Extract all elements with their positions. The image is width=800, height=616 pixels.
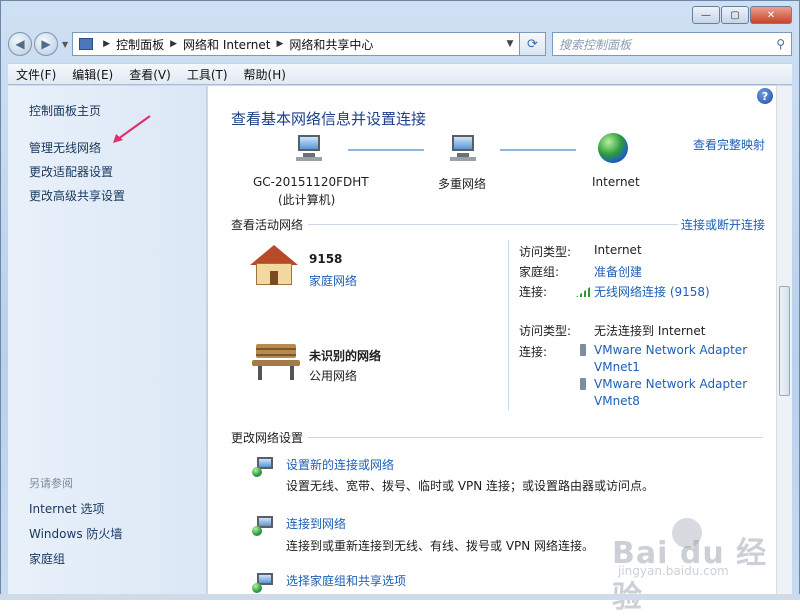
search-placeholder: 搜索控制面板 — [559, 37, 632, 52]
control-panel-icon — [77, 37, 94, 51]
breadcrumb-control-panel[interactable]: 控制面板 — [116, 36, 164, 53]
view-full-map-link[interactable]: 查看完整映射 — [693, 136, 765, 153]
setup-new-connection-desc: 设置无线、宽带、拨号、临时或 VPN 连接；或设置路由器或访问点。 — [286, 479, 655, 493]
vmnet8-link-line1[interactable]: VMware Network Adapter — [594, 377, 747, 391]
sidebar-link-manage-wireless[interactable]: 管理无线网络 — [29, 139, 101, 156]
map-connector-line — [500, 149, 576, 151]
connect-disconnect-link[interactable]: 连接或断开连接 — [681, 216, 765, 233]
homegroup-sharing-link[interactable]: 选择家庭组和共享选项 — [286, 572, 406, 589]
internet-label: Internet — [592, 175, 640, 189]
globe-icon — [598, 133, 628, 163]
breadcrumb-separator-icon[interactable]: ▶ — [170, 39, 177, 49]
scrollbar-thumb[interactable] — [779, 286, 790, 396]
vmnet1-link-line1[interactable]: VMware Network Adapter — [594, 343, 747, 357]
access-type-value: 无法连接到 Internet — [594, 324, 706, 338]
home-network-icon — [250, 245, 298, 287]
search-input[interactable]: 搜索控制面板 ⚲ — [552, 32, 792, 56]
window-bottom-border — [0, 594, 800, 600]
computer-icon — [292, 133, 326, 163]
sidebar-link-internet-options[interactable]: Internet 选项 — [29, 500, 104, 517]
sidebar-link-change-adapter[interactable]: 更改适配器设置 — [29, 163, 113, 180]
menu-edit[interactable]: 编辑(E) — [72, 66, 113, 83]
connection-label: 连接: — [519, 345, 548, 359]
homegroup-icon — [252, 571, 278, 595]
connect-to-network-link[interactable]: 连接到网络 — [286, 515, 346, 532]
section-divider — [308, 437, 763, 438]
vmnet8-link-line2[interactable]: VMnet8 — [594, 394, 640, 408]
sidebar-link-firewall[interactable]: Windows 防火墙 — [29, 525, 122, 542]
sidebar-link-advanced-sharing[interactable]: 更改高级共享设置 — [29, 187, 125, 204]
public-network-type: 公用网络 — [309, 369, 358, 383]
active-networks-header: 查看活动网络 — [231, 218, 304, 232]
map-connector-line — [348, 149, 424, 151]
multiple-networks-label: 多重网络 — [438, 177, 487, 191]
new-connection-icon — [252, 455, 278, 479]
plug-icon — [580, 377, 592, 391]
see-also-header: 另请参阅 — [29, 477, 73, 490]
history-dropdown-icon[interactable]: ▼ — [62, 40, 68, 49]
watermark-url: jingyan.baidu.com — [618, 564, 729, 578]
sidebar-link-homegroup[interactable]: 家庭组 — [29, 550, 65, 567]
access-type-label: 访问类型: — [519, 245, 572, 259]
wireless-connection-text[interactable]: 无线网络连接 (9158) — [594, 285, 710, 299]
access-type-label: 访问类型: — [519, 324, 572, 338]
menu-bar: 文件(F) 编辑(E) 查看(V) 工具(T) 帮助(H) — [8, 63, 792, 85]
network-type-link[interactable]: 家庭网络 — [309, 272, 357, 289]
computer-subtitle: (此计算机) — [278, 193, 336, 207]
multiple-networks-icon — [446, 133, 480, 163]
breadcrumb-separator-icon[interactable]: ▶ — [103, 39, 110, 49]
baidu-watermark: Bai du 经验 jingyan.baidu.com — [612, 518, 792, 615]
vmnet1-link-line2[interactable]: VMnet1 — [594, 360, 640, 374]
unidentified-network-name: 未识别的网络 — [309, 349, 382, 363]
refresh-button[interactable]: ⟳ — [520, 32, 546, 56]
minimize-button[interactable]: — — [692, 6, 720, 24]
access-type-value: Internet — [594, 243, 642, 257]
sidebar-link-control-panel-home[interactable]: 控制面板主页 — [29, 102, 101, 119]
connect-network-icon — [252, 514, 278, 538]
vertical-divider — [508, 240, 509, 410]
setup-new-connection-link[interactable]: 设置新的连接或网络 — [286, 456, 394, 473]
connect-to-network-desc: 连接到或重新连接到无线、有线、拨号或 VPN 网络连接。 — [286, 539, 595, 553]
connection-label: 连接: — [519, 285, 548, 299]
help-icon[interactable]: ? — [757, 88, 773, 104]
window-controls: — ▢ ✕ — [692, 6, 792, 24]
network-name: 9158 — [309, 252, 343, 266]
address-bar[interactable]: ▶ 控制面板 ▶ 网络和 Internet ▶ 网络和共享中心 ▼ — [72, 32, 520, 56]
menu-view[interactable]: 查看(V) — [129, 66, 171, 83]
arrow-left-icon: ◀ — [15, 37, 25, 51]
menu-tools[interactable]: 工具(T) — [187, 66, 228, 83]
menu-help[interactable]: 帮助(H) — [244, 66, 286, 83]
back-button[interactable]: ◀ — [8, 32, 32, 56]
forward-button[interactable]: ▶ — [34, 32, 58, 56]
breadcrumb-separator-icon[interactable]: ▶ — [276, 39, 283, 49]
homegroup-label: 家庭组: — [519, 265, 560, 279]
change-settings-header: 更改网络设置 — [231, 431, 304, 445]
pointer-arrow-icon — [113, 115, 151, 143]
homegroup-ready-link[interactable]: 准备创建 — [594, 263, 642, 280]
wireless-connection-link[interactable]: 无线网络连接 (9158) — [576, 283, 710, 300]
arrow-right-icon: ▶ — [41, 37, 51, 51]
wifi-signal-icon — [576, 287, 590, 297]
maximize-button[interactable]: ▢ — [721, 6, 749, 24]
close-button[interactable]: ✕ — [750, 6, 792, 24]
address-dropdown-icon[interactable]: ▼ — [501, 39, 519, 49]
search-icon[interactable]: ⚲ — [776, 37, 785, 51]
breadcrumb-network-sharing[interactable]: 网络和共享中心 — [289, 36, 373, 53]
computer-name: GC-20151120FDHT — [253, 175, 369, 189]
section-divider — [308, 224, 678, 225]
menu-file[interactable]: 文件(F) — [16, 66, 56, 83]
plug-icon — [580, 343, 592, 357]
address-row: ◀ ▶ ▼ ▶ 控制面板 ▶ 网络和 Internet ▶ 网络和共享中心 ▼ … — [8, 30, 792, 58]
refresh-icon: ⟳ — [527, 36, 538, 52]
page-title: 查看基本网络信息并设置连接 — [231, 110, 427, 128]
public-network-icon — [252, 342, 300, 382]
breadcrumb-network-internet[interactable]: 网络和 Internet — [183, 36, 270, 53]
